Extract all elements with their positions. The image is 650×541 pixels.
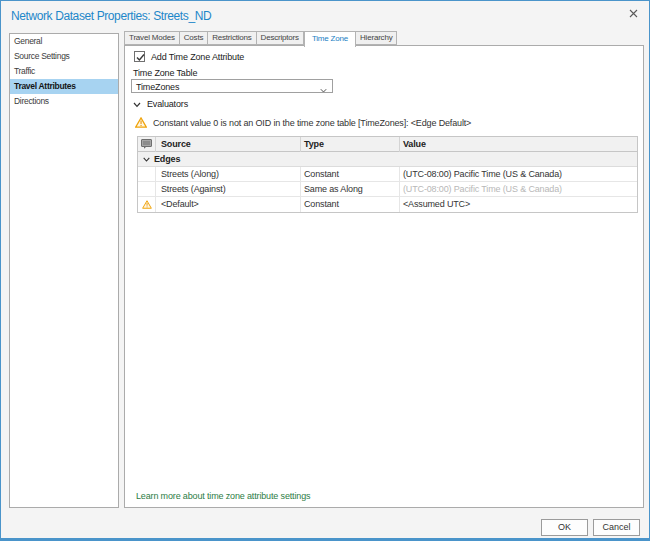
sidebar-item-source-settings[interactable]: Source Settings (10, 49, 118, 64)
table-row[interactable]: <Default> Constant <Assumed UTC> (138, 197, 637, 212)
network-dataset-properties-dialog: Network Dataset Properties: Streets_ND G… (0, 0, 650, 541)
time-zone-tab-panel: Add Time Zone Attribute Time Zone Table … (124, 45, 644, 508)
cell-source: Streets (Along) (156, 167, 301, 182)
cell-type: Constant (301, 197, 400, 212)
evaluators-label: Evaluators (147, 99, 188, 109)
time-zone-table-label: Time Zone Table (133, 68, 197, 78)
tab-costs[interactable]: Costs (180, 31, 208, 45)
cancel-button[interactable]: Cancel (593, 519, 640, 536)
chevron-down-icon (133, 102, 141, 108)
add-time-zone-attribute-row[interactable]: Add Time Zone Attribute (134, 51, 244, 62)
tab-travel-modes[interactable]: Travel Modes (124, 31, 180, 45)
warning-message: Constant value 0 is not an OID in the ti… (135, 117, 471, 128)
tab-descriptors[interactable]: Descriptors (257, 31, 304, 45)
sidebar-item-traffic[interactable]: Traffic (10, 64, 118, 79)
warning-icon (135, 117, 147, 128)
cell-value: (UTC-08:00) Pacific Time (US & Canada) (400, 167, 637, 182)
learn-more-link[interactable]: Learn more about time zone attribute set… (136, 491, 310, 501)
cell-value: (UTC-08:00) Pacific Time (US & Canada) (400, 182, 637, 197)
table-header-row: Source Type Value (138, 137, 637, 152)
checkbox-label: Add Time Zone Attribute (151, 52, 244, 62)
table-group-row-edges[interactable]: Edges (138, 152, 637, 167)
table-row[interactable]: Streets (Against) Same as Along (UTC-08:… (138, 182, 637, 197)
chevron-down-icon (143, 157, 150, 162)
column-header-source[interactable]: Source (156, 137, 301, 152)
group-label: Edges (150, 154, 180, 164)
checkbox-checked-icon[interactable] (134, 51, 145, 62)
warning-icon (138, 200, 155, 209)
table-row[interactable]: Streets (Along) Constant (UTC-08:00) Pac… (138, 167, 637, 182)
cell-type: Constant (301, 167, 400, 182)
tab-restrictions[interactable]: Restrictions (208, 31, 256, 45)
dialog-title: Network Dataset Properties: Streets_ND (11, 9, 211, 23)
dropdown-caret-icon (320, 84, 327, 96)
dropdown-value: TimeZones (136, 82, 179, 92)
time-zone-table-dropdown[interactable]: TimeZones (131, 79, 333, 93)
cell-type: Same as Along (301, 182, 400, 197)
sidebar-item-general[interactable]: General (10, 34, 118, 49)
cell-value: <Assumed UTC> (400, 197, 637, 212)
cell-source: <Default> (156, 197, 301, 212)
tab-time-zone[interactable]: Time Zone (304, 31, 356, 47)
sidebar-item-travel-attributes[interactable]: Travel Attributes (10, 79, 118, 94)
sidebar-item-directions[interactable]: Directions (10, 94, 118, 109)
evaluators-expander[interactable]: Evaluators (133, 99, 188, 109)
evaluator-bubble-icon (138, 137, 156, 152)
cell-source: Streets (Against) (156, 182, 301, 197)
column-header-type[interactable]: Type (301, 137, 400, 152)
column-header-value[interactable]: Value (400, 137, 637, 152)
tab-bar: Travel Modes Costs Restrictions Descript… (124, 31, 397, 45)
evaluators-table: Source Type Value Edges Streets (Along) … (137, 136, 638, 213)
sidebar: General Source Settings Traffic Travel A… (9, 33, 119, 508)
tab-hierarchy[interactable]: Hierarchy (356, 31, 397, 45)
ok-button[interactable]: OK (541, 519, 588, 536)
close-icon[interactable] (625, 6, 641, 22)
warning-text: Constant value 0 is not an OID in the ti… (153, 118, 471, 128)
